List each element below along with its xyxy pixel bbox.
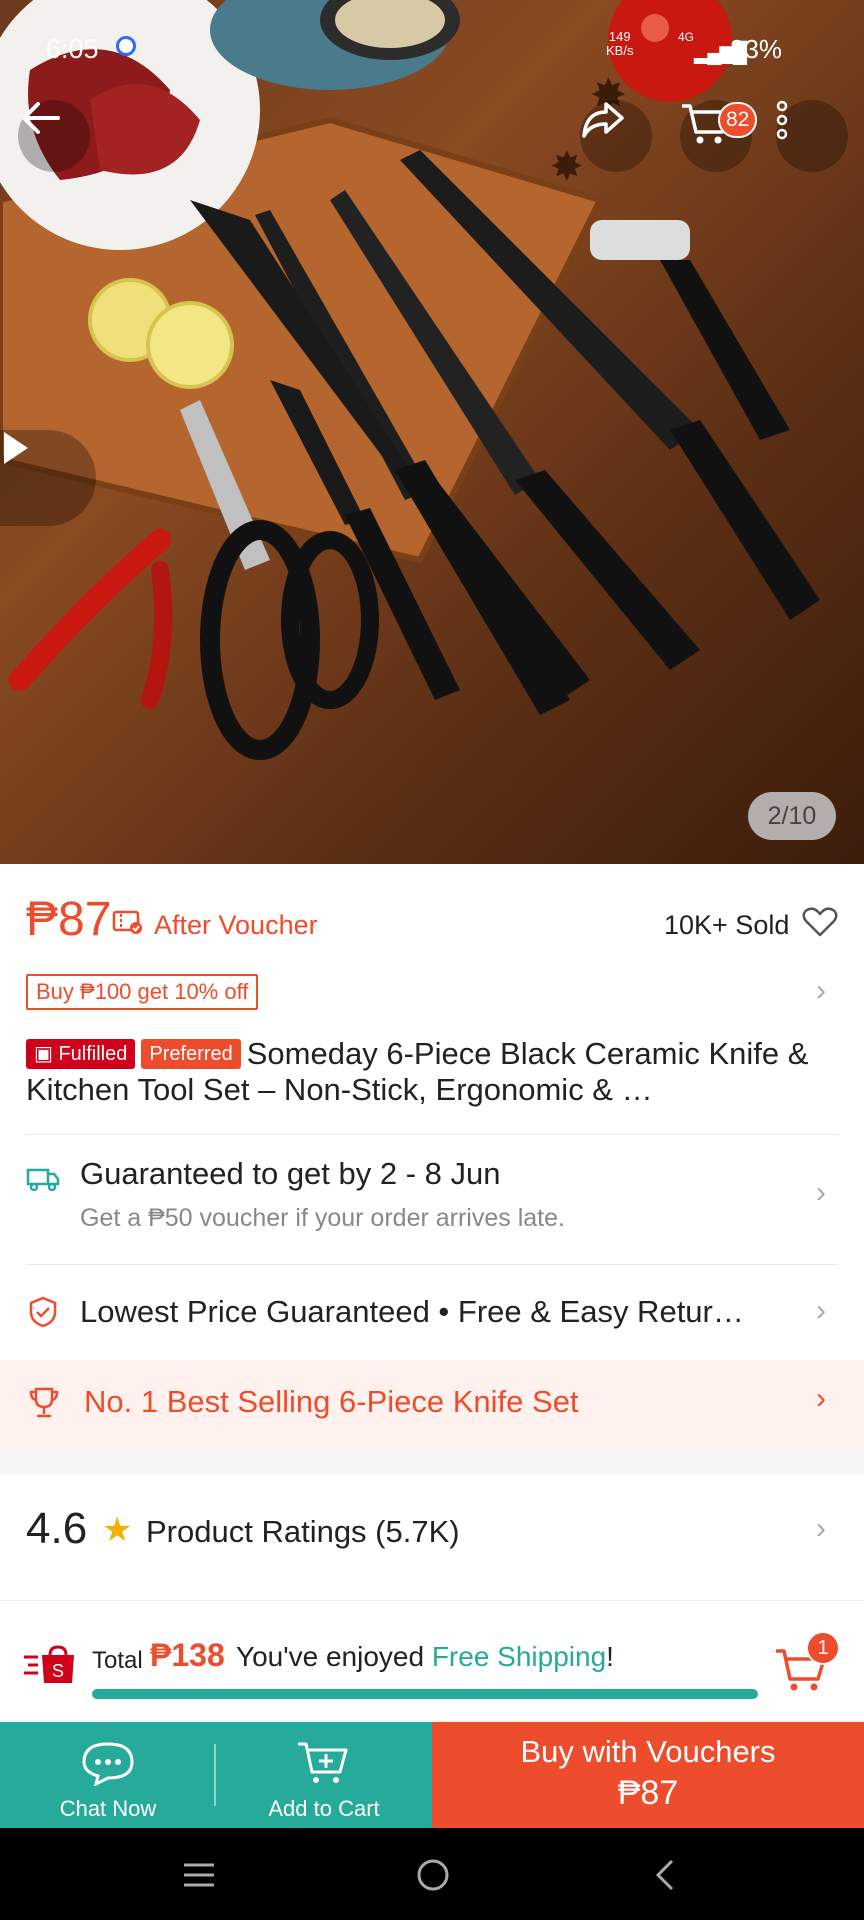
chevron-right-icon: › (816, 1512, 826, 1545)
svg-text:S: S (52, 1661, 64, 1681)
chevron-right-icon: › (816, 1176, 826, 1209)
buy-with-vouchers-button[interactable]: Buy with Vouchers ₱87 (432, 1722, 864, 1828)
svg-text:✸: ✸ (550, 145, 584, 189)
shopee-bag-icon: S (24, 1645, 74, 1683)
chat-now-label: Chat Now (59, 1796, 157, 1821)
star-icon: ★ (102, 1511, 133, 1549)
play-icon (4, 432, 28, 464)
system-nav-bar (0, 1828, 864, 1920)
ratings-row[interactable]: 4.6 ★ Product Ratings (5.7K) › (0, 1474, 864, 1600)
promo-tag[interactable]: Buy ₱100 get 10% off (26, 974, 259, 1010)
total-amount: ₱138 (150, 1637, 225, 1673)
notification-icon (116, 36, 136, 56)
after-voucher-label: After Voucher (154, 910, 318, 940)
more-button[interactable] (776, 100, 848, 172)
delivery-estimate: Guaranteed to get by 2 - 8 Jun (80, 1156, 501, 1191)
fulfilled-badge: ▣ Fulfilled (26, 1039, 136, 1069)
arrow-left-icon (22, 102, 60, 134)
status-time: 6:05 (46, 34, 99, 64)
cart-count-badge: 1 (806, 1631, 840, 1665)
free-shipping-message: You've enjoyed Free Shipping! (236, 1641, 614, 1672)
image-counter: 2/10 (748, 792, 836, 840)
product-title: ▣ Fulfilled Preferred Someday 6-Piece Blac… (26, 1036, 836, 1108)
cart-count-badge: 82 (718, 102, 758, 138)
add-to-cart-button[interactable]: Add to Cart (216, 1722, 432, 1828)
rating-score: 4.6 (26, 1504, 88, 1553)
chevron-right-icon: › (816, 974, 826, 1007)
chat-now-button[interactable]: Chat Now (0, 1722, 216, 1828)
guarantee-row[interactable]: Lowest Price Guaranteed • Free & Easy Re… (0, 1264, 864, 1360)
voucher-icon (112, 910, 142, 934)
product-page: ✸ ✸ 6:05 149 KB/s 4G ▂▄▆█ 83% 82 2/10 ₱8… (0, 0, 864, 1920)
product-info: ₱87 After Voucher 10K+ Sold Buy ₱100 get… (0, 864, 864, 1134)
home-icon[interactable] (416, 1858, 450, 1892)
back-button[interactable] (18, 100, 90, 172)
chevron-right-icon: › (816, 1294, 826, 1327)
buy-price: ₱87 (617, 1774, 679, 1812)
status-bar: 6:05 149 KB/s 4G ▂▄▆█ 83% (0, 28, 864, 72)
buy-label: Buy with Vouchers (520, 1734, 776, 1769)
trophy-icon (29, 1387, 59, 1418)
share-icon (582, 102, 624, 138)
product-price: ₱87 (26, 893, 112, 946)
truck-icon (26, 1168, 60, 1192)
late-delivery-voucher: Get a ₱50 voucher if your order arrives … (80, 1204, 565, 1232)
shield-check-icon (29, 1296, 57, 1328)
divider (26, 1264, 838, 1265)
divider (26, 1134, 838, 1135)
action-bar: Chat Now Add to Cart Buy with Vouchers ₱… (0, 1722, 864, 1828)
recent-apps-icon[interactable] (182, 1862, 216, 1888)
best-selling-banner[interactable]: No. 1 Best Selling 6-Piece Knife Set › (0, 1360, 864, 1448)
heart-icon[interactable] (802, 906, 838, 938)
battery-level: 83% (730, 34, 783, 64)
total-label: Total (92, 1647, 143, 1674)
add-cart-icon (298, 1742, 348, 1783)
free-shipping-bar: S Total ₱138 You've enjoyed Free Shippin… (0, 1600, 864, 1720)
more-vertical-icon (776, 100, 788, 140)
guarantee-text: Lowest Price Guaranteed • Free & Easy Re… (80, 1294, 744, 1329)
product-image-carousel[interactable]: ✸ ✸ 6:05 149 KB/s 4G ▂▄▆█ 83% 82 2/10 (0, 0, 864, 864)
share-button[interactable] (580, 100, 652, 172)
network-speed: 149 KB/s (606, 29, 634, 58)
back-nav-icon[interactable] (654, 1858, 676, 1892)
sold-count: 10K+ Sold (664, 910, 790, 940)
add-to-cart-label: Add to Cart (268, 1796, 380, 1821)
preferred-badge: Preferred (141, 1039, 241, 1069)
shipping-row[interactable]: Guaranteed to get by 2 - 8 Jun Get a ₱50… (0, 1134, 864, 1264)
ratings-label: Product Ratings (5.7K) (146, 1514, 460, 1549)
free-shipping-progress (92, 1689, 758, 1699)
chat-icon (82, 1742, 134, 1786)
network-type: 4G (678, 30, 695, 44)
chevron-right-icon: › (816, 1382, 826, 1415)
play-video-button[interactable] (0, 430, 96, 526)
best-selling-text: No. 1 Best Selling 6-Piece Knife Set (84, 1384, 579, 1419)
